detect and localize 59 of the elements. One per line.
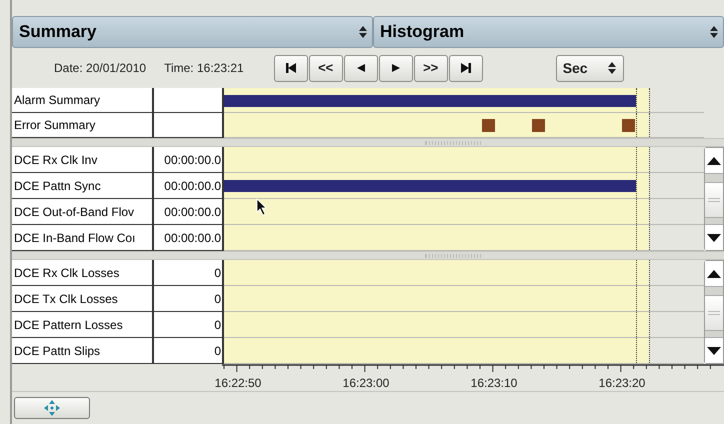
row-label: DCE Pattern Losses bbox=[12, 312, 154, 338]
scrollbar[interactable] bbox=[704, 147, 724, 251]
scroll-up-icon[interactable] bbox=[705, 148, 723, 174]
dropdown-label: Sec bbox=[562, 58, 589, 78]
date-label: Date: 20/01/2010 bbox=[54, 60, 146, 77]
scroll-thumb[interactable] bbox=[705, 295, 723, 331]
axis-label: 16:23:20 bbox=[598, 375, 646, 392]
scroll-thumb[interactable] bbox=[705, 182, 723, 218]
scroll-down-icon[interactable] bbox=[705, 224, 723, 250]
play-icon bbox=[390, 63, 401, 73]
last-button[interactable] bbox=[448, 54, 483, 82]
up-down-arrow-icon bbox=[709, 25, 719, 39]
row-value: 00:00:00.0 bbox=[154, 199, 224, 225]
axis-label: 16:23:00 bbox=[342, 375, 390, 392]
event-marker bbox=[482, 119, 495, 132]
row-value: 0 bbox=[154, 260, 224, 286]
row-label: DCE In-Band Flow Coı bbox=[12, 225, 154, 251]
up-down-arrow-icon bbox=[606, 61, 617, 75]
back-button[interactable] bbox=[344, 54, 378, 82]
row-label: DCE Out-of-Band Flov bbox=[12, 199, 154, 225]
step-back-icon bbox=[356, 63, 366, 73]
row-label: DCE Rx Clk Losses bbox=[12, 260, 154, 286]
rewind-button[interactable]: << bbox=[308, 54, 343, 82]
row-value: 0 bbox=[154, 286, 224, 312]
mouse-pointer-icon bbox=[256, 198, 268, 216]
row-label: DCE Tx Clk Losses bbox=[12, 286, 154, 312]
row-value: 00:00:00.0 bbox=[154, 147, 224, 173]
row-label: Error Summary bbox=[12, 113, 154, 138]
event-marker bbox=[622, 119, 635, 132]
view-dropdown[interactable]: Summary bbox=[12, 16, 373, 48]
row-value: 0 bbox=[154, 338, 224, 364]
scroll-down-icon[interactable] bbox=[705, 337, 723, 363]
play-button[interactable] bbox=[378, 54, 413, 82]
row-value: 00:00:00.0 bbox=[154, 225, 224, 251]
scrollbar[interactable] bbox=[704, 260, 724, 364]
time-label: Time: 16:23:21 bbox=[164, 60, 244, 77]
row-label: DCE Pattn Sync bbox=[12, 173, 154, 199]
move-button[interactable] bbox=[14, 397, 90, 419]
row-value: 00:00:00.0 bbox=[154, 173, 224, 199]
skip-to-end-icon bbox=[460, 62, 472, 74]
view-dropdown[interactable]: Histogram bbox=[372, 16, 724, 48]
unit-dropdown[interactable]: Sec bbox=[556, 54, 624, 82]
row-label: DCE Rx Clk Inv bbox=[12, 147, 154, 173]
scroll-up-icon[interactable] bbox=[705, 261, 723, 287]
up-down-arrow-icon bbox=[358, 25, 368, 39]
four-way-arrows-icon bbox=[44, 400, 60, 416]
dropdown-label: Summary bbox=[18, 21, 98, 44]
skip-to-start-icon bbox=[284, 62, 297, 74]
splitter-handle[interactable] bbox=[12, 251, 724, 260]
first-button[interactable] bbox=[274, 54, 308, 82]
row-value: 0 bbox=[154, 312, 224, 338]
row-label: DCE Pattn Slips bbox=[12, 338, 154, 364]
splitter-handle[interactable] bbox=[12, 138, 724, 147]
forward-button[interactable]: >> bbox=[414, 54, 448, 82]
event-marker bbox=[532, 119, 545, 132]
axis-label: 16:22:50 bbox=[214, 375, 262, 392]
axis-label: 16:23:10 bbox=[470, 375, 518, 392]
row-label: Alarm Summary bbox=[12, 88, 154, 113]
dropdown-label: Histogram bbox=[378, 21, 466, 44]
